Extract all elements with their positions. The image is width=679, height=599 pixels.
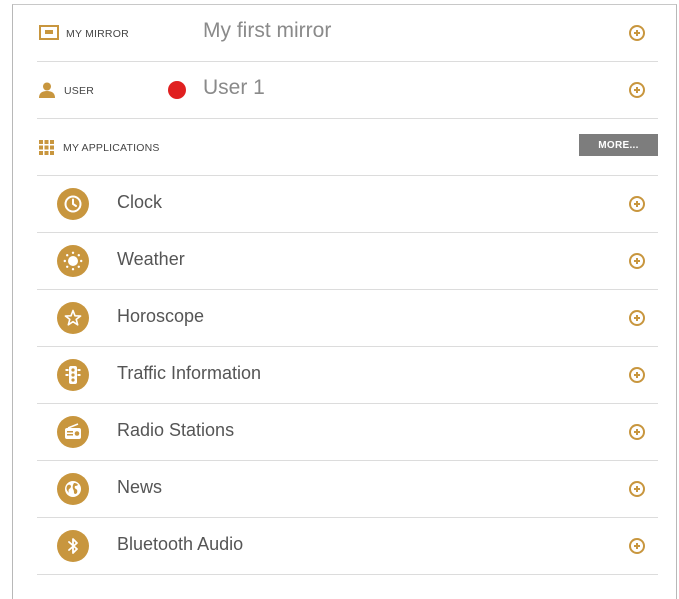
user-status-dot — [168, 81, 186, 99]
user-section-label: USER — [64, 85, 94, 97]
mirror-row: MY MIRROR My first mirror — [37, 5, 658, 62]
user-name[interactable]: User 1 — [203, 76, 265, 100]
radio-icon — [57, 416, 89, 448]
add-horoscope-button[interactable] — [629, 310, 645, 326]
user-row: USER User 1 — [37, 62, 658, 119]
star-icon — [57, 302, 89, 334]
app-row-radio[interactable]: Radio Stations — [37, 404, 658, 461]
add-clock-button[interactable] — [629, 196, 645, 212]
app-label: News — [117, 477, 163, 497]
mirror-section-label: MY MIRROR — [66, 28, 129, 40]
add-radio-button[interactable] — [629, 424, 645, 440]
globe-icon — [57, 473, 89, 505]
app-row-weather[interactable]: Weather — [37, 233, 658, 290]
mirror-settings-panel: MY MIRROR My first mirror USER User 1 MY… — [12, 4, 677, 599]
add-news-button[interactable] — [629, 481, 645, 497]
traffic-light-icon — [57, 359, 89, 391]
add-weather-button[interactable] — [629, 253, 645, 269]
app-row-horoscope[interactable]: Horoscope — [37, 290, 658, 347]
app-label: Bluetooth Audio — [117, 534, 244, 554]
grid-icon — [39, 140, 54, 160]
more-button[interactable]: MORE... — [579, 134, 658, 156]
clock-icon — [57, 188, 89, 220]
user-icon — [39, 82, 55, 103]
mirror-add-button[interactable] — [629, 25, 645, 41]
app-label: Traffic Information — [117, 363, 262, 383]
add-traffic-button[interactable] — [629, 367, 645, 383]
applications-section-label: MY APPLICATIONS — [63, 142, 160, 154]
user-add-button[interactable] — [629, 82, 645, 98]
app-row-news[interactable]: News — [37, 461, 658, 518]
mirror-name[interactable]: My first mirror — [203, 19, 331, 43]
bluetooth-icon — [57, 530, 89, 562]
mirror-icon — [39, 25, 59, 45]
applications-header: MY APPLICATIONS MORE... — [37, 119, 658, 176]
app-label: Radio Stations — [117, 420, 235, 440]
sun-icon — [57, 245, 89, 277]
app-label: Horoscope — [117, 306, 205, 326]
app-row-bluetooth[interactable]: Bluetooth Audio — [37, 518, 658, 575]
app-row-traffic[interactable]: Traffic Information — [37, 347, 658, 404]
app-label: Weather — [117, 249, 185, 269]
app-row-clock[interactable]: Clock — [37, 176, 658, 233]
add-bluetooth-button[interactable] — [629, 538, 645, 554]
app-label: Clock — [117, 192, 163, 212]
